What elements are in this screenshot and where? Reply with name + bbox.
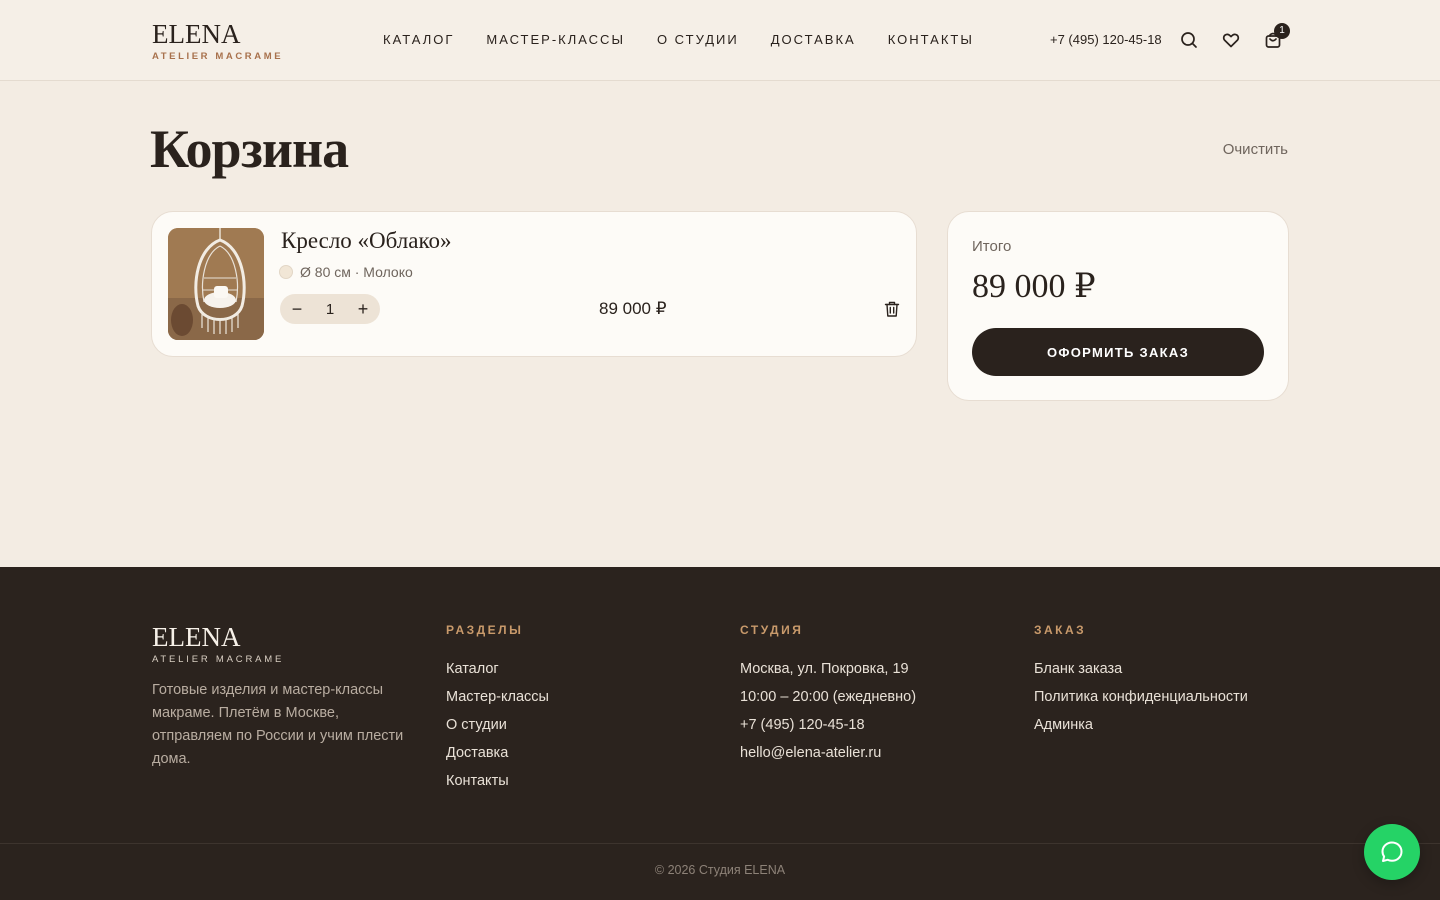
footer-phone[interactable]: +7 (495) 120-45-18 — [740, 711, 916, 739]
nav-master-classes[interactable]: МАСТЕР-КЛАССЫ — [486, 31, 625, 49]
chat-button[interactable] — [1364, 824, 1420, 880]
footer-link-master-classes[interactable]: Мастер-классы — [446, 683, 549, 711]
footer-email[interactable]: hello@elena-atelier.ru — [740, 739, 916, 767]
footer-link-order-form[interactable]: Бланк заказа — [1034, 655, 1248, 683]
chat-icon — [1381, 841, 1403, 862]
footer-sections-title: РАЗДЕЛЫ — [446, 623, 524, 637]
product-image[interactable] — [168, 228, 264, 340]
footer-about: Готовые изделия и мастер-классы макраме.… — [152, 682, 404, 767]
footer-link-admin[interactable]: Админка — [1034, 711, 1248, 739]
order-summary: Итого 89 000 ₽ ОФОРМИТЬ ЗАКАЗ — [947, 211, 1289, 401]
checkout-button[interactable]: ОФОРМИТЬ ЗАКАЗ — [972, 328, 1264, 376]
footer-link-about[interactable]: О студии — [446, 711, 549, 739]
color-swatch — [279, 265, 293, 279]
cart-count-badge: 1 — [1274, 23, 1290, 39]
footer-hours: 10:00 – 20:00 (ежедневно) — [740, 689, 917, 705]
footer-link-delivery[interactable]: Доставка — [446, 739, 549, 767]
footer-studio-title: СТУДИЯ — [740, 623, 804, 637]
trash-icon[interactable] — [883, 300, 901, 318]
product-name[interactable]: Кресло «Облако» — [281, 228, 452, 254]
main-nav: КАТАЛОГ МАСТЕР-КЛАССЫ О СТУДИИ ДОСТАВКА … — [383, 31, 974, 49]
summary-label: Итого — [972, 238, 1012, 255]
decrease-quantity-button[interactable]: − — [280, 294, 314, 324]
footer-link-contacts[interactable]: Контакты — [446, 767, 549, 795]
product-variant: Ø 80 см · Молоко — [300, 264, 413, 280]
footer-address: Москва, ул. Покровка, 19 — [740, 661, 909, 677]
logo-subtitle: ATELIER MACRAME — [152, 51, 284, 62]
footer-studio: СТУДИЯ Москва, ул. Покровка, 19 10:00 – … — [740, 623, 916, 767]
nav-catalog[interactable]: КАТАЛОГ — [383, 31, 454, 49]
logo-title: ELENA — [152, 19, 241, 49]
copyright: © 2026 Студия ELENA — [654, 863, 786, 877]
item-price: 89 000 ₽ — [599, 299, 667, 318]
page-title: Корзина — [150, 119, 349, 179]
footer-link-privacy[interactable]: Политика конфиденциальности — [1034, 683, 1248, 711]
footer-logo-title: ELENA — [152, 622, 241, 652]
quantity-stepper: − 1 + — [280, 294, 380, 324]
footer-sections: РАЗДЕЛЫ Каталог Мастер-классы О студии Д… — [446, 623, 549, 795]
footer-link-catalog[interactable]: Каталог — [446, 655, 549, 683]
quantity-value[interactable]: 1 — [314, 301, 346, 318]
clear-cart-link[interactable]: Очистить — [1223, 141, 1288, 158]
footer-logo-subtitle: ATELIER MACRAME — [152, 654, 285, 665]
footer-divider — [0, 843, 1440, 844]
heart-icon[interactable] — [1221, 30, 1241, 50]
summary-total: 89 000 ₽ — [972, 268, 1096, 305]
logo[interactable]: ELENA ATELIER MACRAME — [152, 20, 283, 62]
footer-order-title: ЗАКАЗ — [1034, 623, 1087, 637]
nav-delivery[interactable]: ДОСТАВКА — [771, 31, 856, 49]
search-icon[interactable] — [1179, 30, 1199, 50]
footer-order: ЗАКАЗ Бланк заказа Политика конфиденциал… — [1034, 623, 1248, 739]
site-header: ELENA ATELIER MACRAME КАТАЛОГ МАСТЕР-КЛА… — [0, 0, 1440, 81]
header-phone[interactable]: +7 (495) 120-45-18 — [1050, 31, 1162, 49]
cart-item-card: Кресло «Облако» Ø 80 см · Молоко − 1 + 8… — [151, 211, 917, 357]
nav-contacts[interactable]: КОНТАКТЫ — [888, 31, 974, 49]
nav-about[interactable]: О СТУДИИ — [657, 31, 739, 49]
increase-quantity-button[interactable]: + — [346, 294, 380, 324]
footer-logo[interactable]: ELENA ATELIER MACRAME — [152, 623, 284, 665]
site-footer: ELENA ATELIER MACRAME Готовые изделия и … — [0, 567, 1440, 900]
